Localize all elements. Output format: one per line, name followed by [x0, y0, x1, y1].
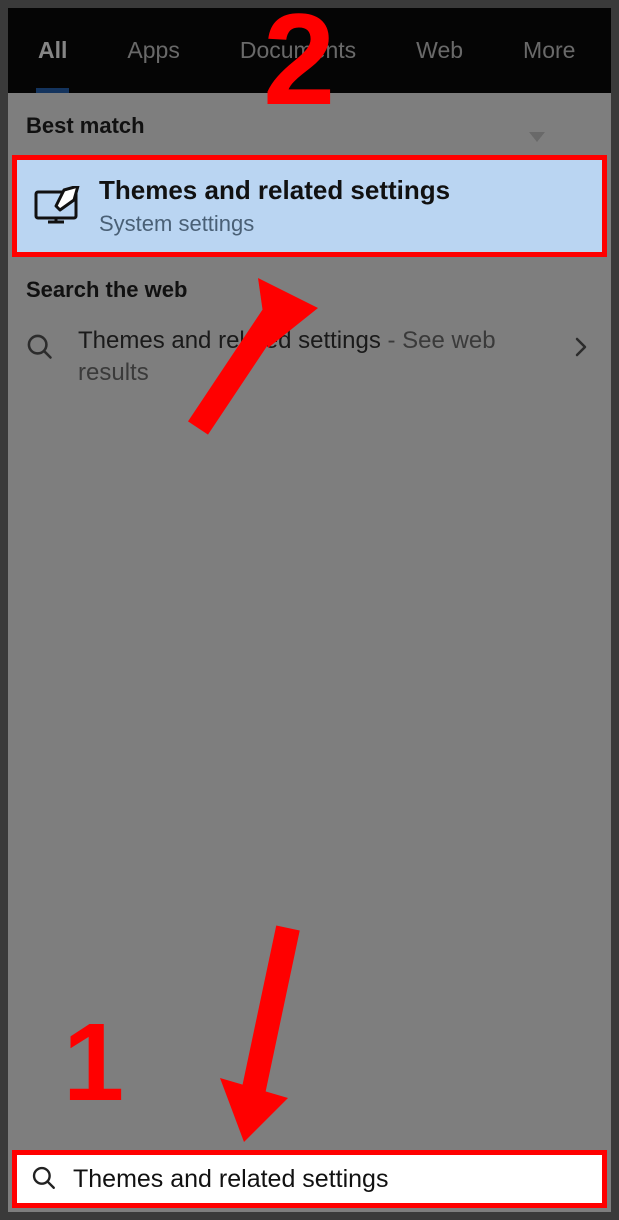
tab-apps[interactable]: Apps [97, 8, 209, 93]
search-input[interactable] [73, 1165, 602, 1194]
annotation-arrow-to-searchbox [208, 918, 328, 1148]
search-tabs: All Apps Documents Web More [8, 8, 611, 93]
web-result-item[interactable]: Themes and related settings - See web re… [8, 319, 611, 396]
best-match-title: Themes and related settings [99, 175, 602, 206]
personalization-icon [29, 182, 87, 230]
web-result-sep: - [381, 327, 402, 354]
web-result-text: Themes and related settings - See web re… [78, 325, 569, 390]
search-web-header: Search the web [8, 257, 611, 319]
annotation-step-1: 1 [63, 1008, 124, 1118]
web-result-query: Themes and related settings [78, 327, 381, 354]
start-search-panel: All Apps Documents Web More Best match T… [8, 8, 611, 1212]
search-icon [22, 329, 58, 365]
tab-more[interactable]: More [493, 8, 611, 93]
chevron-down-icon [529, 132, 545, 142]
best-match-result[interactable]: Themes and related settings System setti… [12, 155, 607, 257]
tab-web[interactable]: Web [386, 8, 493, 93]
tab-documents[interactable]: Documents [210, 8, 386, 93]
tab-all[interactable]: All [8, 8, 97, 93]
best-match-header: Best match [8, 93, 611, 155]
search-icon [31, 1165, 59, 1193]
best-match-subtitle: System settings [99, 211, 602, 237]
tab-more-label: More [523, 37, 575, 63]
chevron-right-icon [569, 335, 597, 363]
best-match-texts: Themes and related settings System setti… [99, 175, 602, 236]
taskbar-search-box[interactable] [12, 1150, 607, 1208]
